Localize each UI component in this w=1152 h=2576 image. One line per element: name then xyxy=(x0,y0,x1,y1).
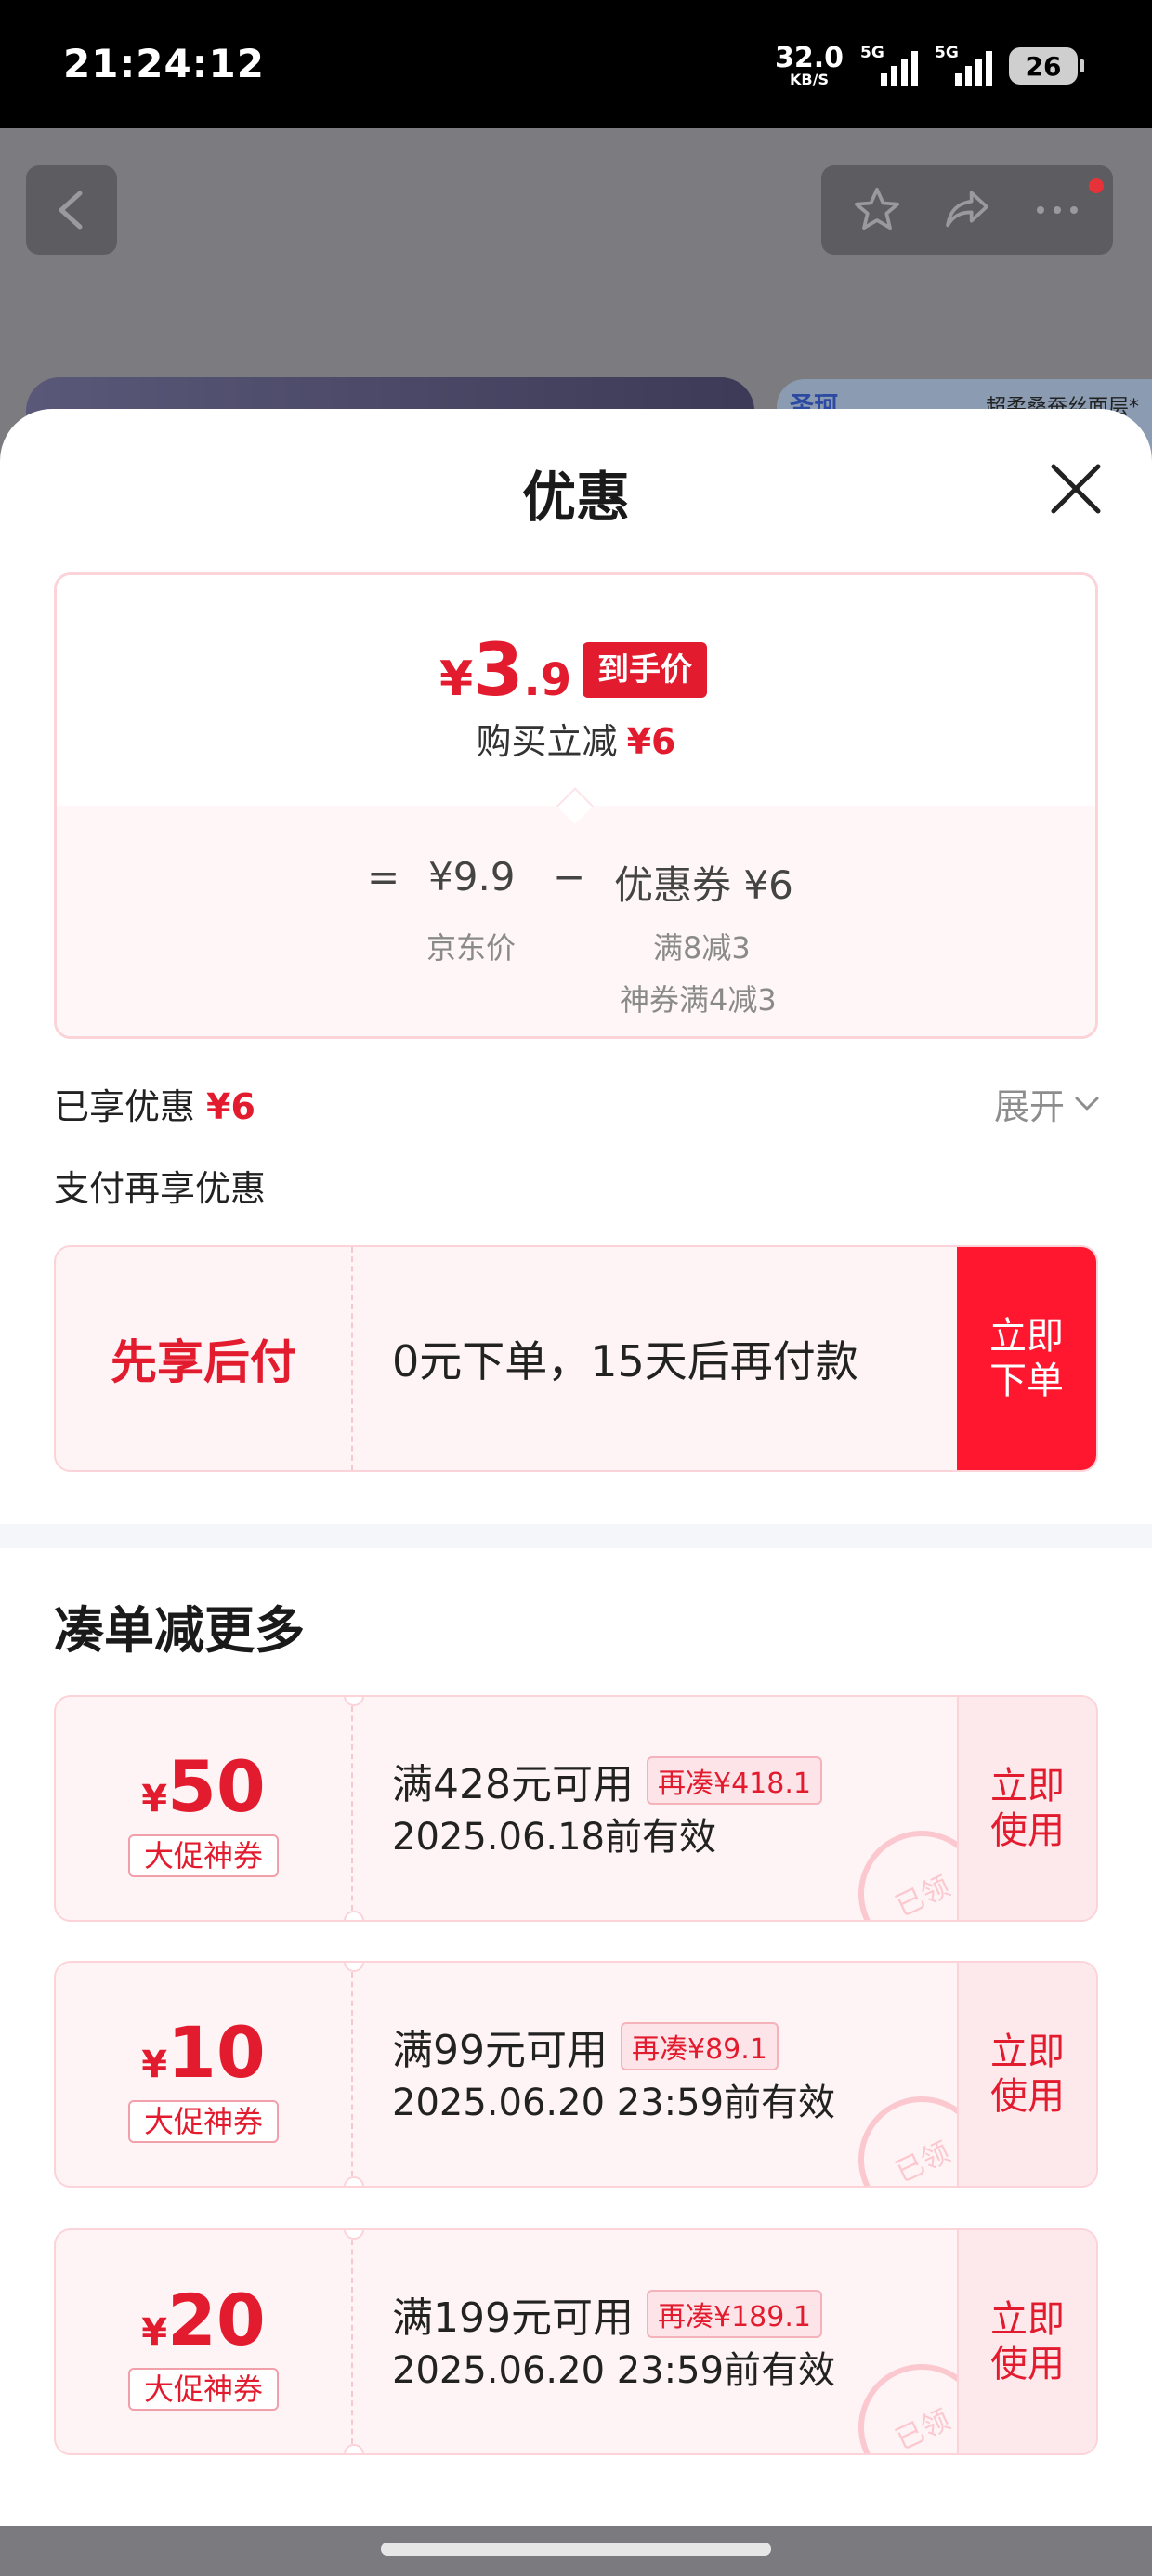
use-now-line1: 立即 xyxy=(990,2298,1065,2341)
final-price-int: 3 xyxy=(473,629,524,713)
coupon-need-badge: 再凑¥418.1 xyxy=(646,1756,822,1805)
payment-offers-title: 支付再享优惠 xyxy=(54,1168,267,1209)
coupon-currency: ¥ xyxy=(141,2311,168,2354)
coupon-currency: ¥ xyxy=(141,1778,168,1820)
formula-jd-price: ¥9.9 xyxy=(428,854,516,900)
coupon-validity: 2025.06.20 23:59前有效 xyxy=(392,2082,836,2124)
expand-button[interactable]: 展开 xyxy=(994,1078,1100,1129)
coupon-amount-value: 10 xyxy=(167,2011,266,2094)
coupon-currency: ¥ xyxy=(141,2044,168,2086)
section-divider xyxy=(0,1524,1152,1548)
coupon-value: ¥20 大促神券 xyxy=(56,2230,353,2453)
coupon-amount-value: 50 xyxy=(167,1745,266,1828)
chevron-left-icon xyxy=(59,191,83,230)
coupon-value: ¥10 大促神券 xyxy=(56,1963,353,2186)
status-bar: 21:24:12 32.0 KB/S 5G 5G 26 xyxy=(0,0,1152,128)
close-icon[interactable] xyxy=(1048,461,1104,517)
use-now-button[interactable]: 立即 使用 xyxy=(957,1963,1096,2186)
formula-jd-price-label: 京东价 xyxy=(426,930,517,966)
coupon-amount: ¥50 xyxy=(56,1745,351,1828)
formula-minus: − xyxy=(553,854,586,900)
coupon-card: ¥50 大促神券 满428元可用 再凑¥418.1 2025.06.18前有效 … xyxy=(54,1695,1098,1922)
enjoyed-discount-label: 已享优惠 xyxy=(54,1086,196,1127)
use-now-line2: 使用 xyxy=(990,1809,1065,1852)
top-actions xyxy=(821,165,1113,255)
discount-sheet: 优惠 ¥3.9 到手价 购买立减 ¥6 = ¥9.9 − 优惠券 ¥6 京东价 满… xyxy=(0,409,1152,2526)
instant-saving-amount: ¥6 xyxy=(626,721,676,762)
home-indicator[interactable] xyxy=(381,2543,771,2556)
sim1-label: 5G xyxy=(860,44,884,62)
use-now-button[interactable]: 立即 使用 xyxy=(957,1697,1096,1920)
coupon-condition: 满99元可用 再凑¥89.1 xyxy=(392,2017,779,2076)
coupon-condition-text: 满199元可用 xyxy=(392,2294,634,2342)
notification-dot xyxy=(1087,177,1106,195)
coupon-validity: 2025.06.20 23:59前有效 xyxy=(392,2349,836,2392)
final-price-badge: 到手价 xyxy=(583,642,707,698)
share-icon[interactable] xyxy=(940,184,994,236)
instant-saving-label: 购买立减 xyxy=(476,721,618,762)
more-icon[interactable] xyxy=(1031,201,1083,219)
coupon-condition-text: 满428元可用 xyxy=(392,1761,634,1808)
formula-coupon: 优惠券 ¥6 xyxy=(614,862,793,908)
coupon-validity: 2025.06.18前有效 xyxy=(392,1816,717,1859)
coupon-value: ¥50 大促神券 xyxy=(56,1697,353,1920)
formula-coupon-detail-1: 满8减3 xyxy=(653,930,751,966)
back-button[interactable] xyxy=(26,165,117,255)
coupon-amount: ¥10 xyxy=(56,2011,351,2094)
star-icon[interactable] xyxy=(851,184,903,236)
expand-label: 展开 xyxy=(993,1086,1065,1127)
final-price-section: ¥3.9 到手价 购买立减 ¥6 xyxy=(57,575,1095,806)
final-price-currency: ¥ xyxy=(439,651,474,707)
price-formula-section xyxy=(57,806,1095,1036)
pay-later-desc: 0元下单，15天后再付款 xyxy=(392,1336,858,1387)
use-now-line1: 立即 xyxy=(990,2031,1065,2073)
battery-icon: 26 xyxy=(1009,47,1084,85)
coupon-cut xyxy=(344,2176,364,2186)
coupon-cut xyxy=(344,1911,364,1920)
status-indicators: 32.0 KB/S 5G 5G 26 xyxy=(775,44,1084,87)
coupon-card: ¥20 大促神券 满199元可用 再凑¥189.1 2025.06.20 23:… xyxy=(54,2228,1098,2455)
pay-later-card[interactable]: 先享后付 0元下单，15天后再付款 立即 下单 xyxy=(54,1245,1098,1472)
use-now-line2: 使用 xyxy=(990,2075,1065,2118)
network-speed: 32.0 KB/S xyxy=(775,45,844,87)
pay-later-title: 先享后付 xyxy=(56,1247,353,1470)
coupon-condition: 满199元可用 再凑¥189.1 xyxy=(392,2284,822,2344)
formula-equals: = xyxy=(367,854,400,900)
coupon-need-badge: 再凑¥189.1 xyxy=(646,2290,822,2338)
sheet-title: 优惠 xyxy=(521,466,630,529)
order-now-line2: 下单 xyxy=(989,1360,1064,1402)
chevron-down-icon xyxy=(1075,1097,1099,1110)
coupon-condition-text: 满99元可用 xyxy=(392,2027,608,2074)
order-now-button[interactable]: 立即 下单 xyxy=(957,1247,1096,1470)
coupon-condition: 满428元可用 再凑¥418.1 xyxy=(392,1751,822,1810)
coupon-tag: 大促神券 xyxy=(128,1834,279,1877)
instant-saving: 购买立减 ¥6 xyxy=(57,713,1095,764)
enjoyed-discount: 已享优惠 ¥6 xyxy=(54,1078,255,1129)
use-now-line2: 使用 xyxy=(990,2343,1065,2385)
coupon-tag: 大促神券 xyxy=(128,2100,279,2143)
coupon-need-badge: 再凑¥89.1 xyxy=(621,2022,779,2070)
coupon-cut xyxy=(344,2444,364,2453)
coupon-card: ¥10 大促神券 满99元可用 再凑¥89.1 2025.06.20 23:59… xyxy=(54,1961,1098,2188)
sim2-label: 5G xyxy=(935,44,959,62)
section-title: 凑单减更多 xyxy=(54,1601,305,1660)
coupon-amount: ¥20 xyxy=(56,2279,351,2361)
formula-coupon-detail-2: 神券满4减3 xyxy=(620,982,777,1018)
use-now-button[interactable]: 立即 使用 xyxy=(957,2230,1096,2453)
coupon-amount-value: 20 xyxy=(167,2279,266,2361)
status-time: 21:24:12 xyxy=(63,41,265,86)
coupon-tag: 大促神券 xyxy=(128,2368,279,2411)
price-breakdown-card: ¥3.9 到手价 购买立减 ¥6 = ¥9.9 − 优惠券 ¥6 京东价 满8减3… xyxy=(54,572,1098,1039)
network-speed-value: 32.0 xyxy=(774,42,844,74)
final-price-dec: .9 xyxy=(523,654,572,706)
enjoyed-discount-amount: ¥6 xyxy=(206,1086,255,1127)
use-now-line1: 立即 xyxy=(990,1765,1065,1807)
final-price: ¥3.9 xyxy=(439,629,571,713)
network-speed-unit: KB/S xyxy=(790,71,829,88)
signal-icon: 5G xyxy=(860,44,918,86)
system-nav-bar xyxy=(0,2526,1152,2576)
signal-icon-2: 5G xyxy=(935,44,992,86)
order-now-line1: 立即 xyxy=(989,1315,1064,1358)
